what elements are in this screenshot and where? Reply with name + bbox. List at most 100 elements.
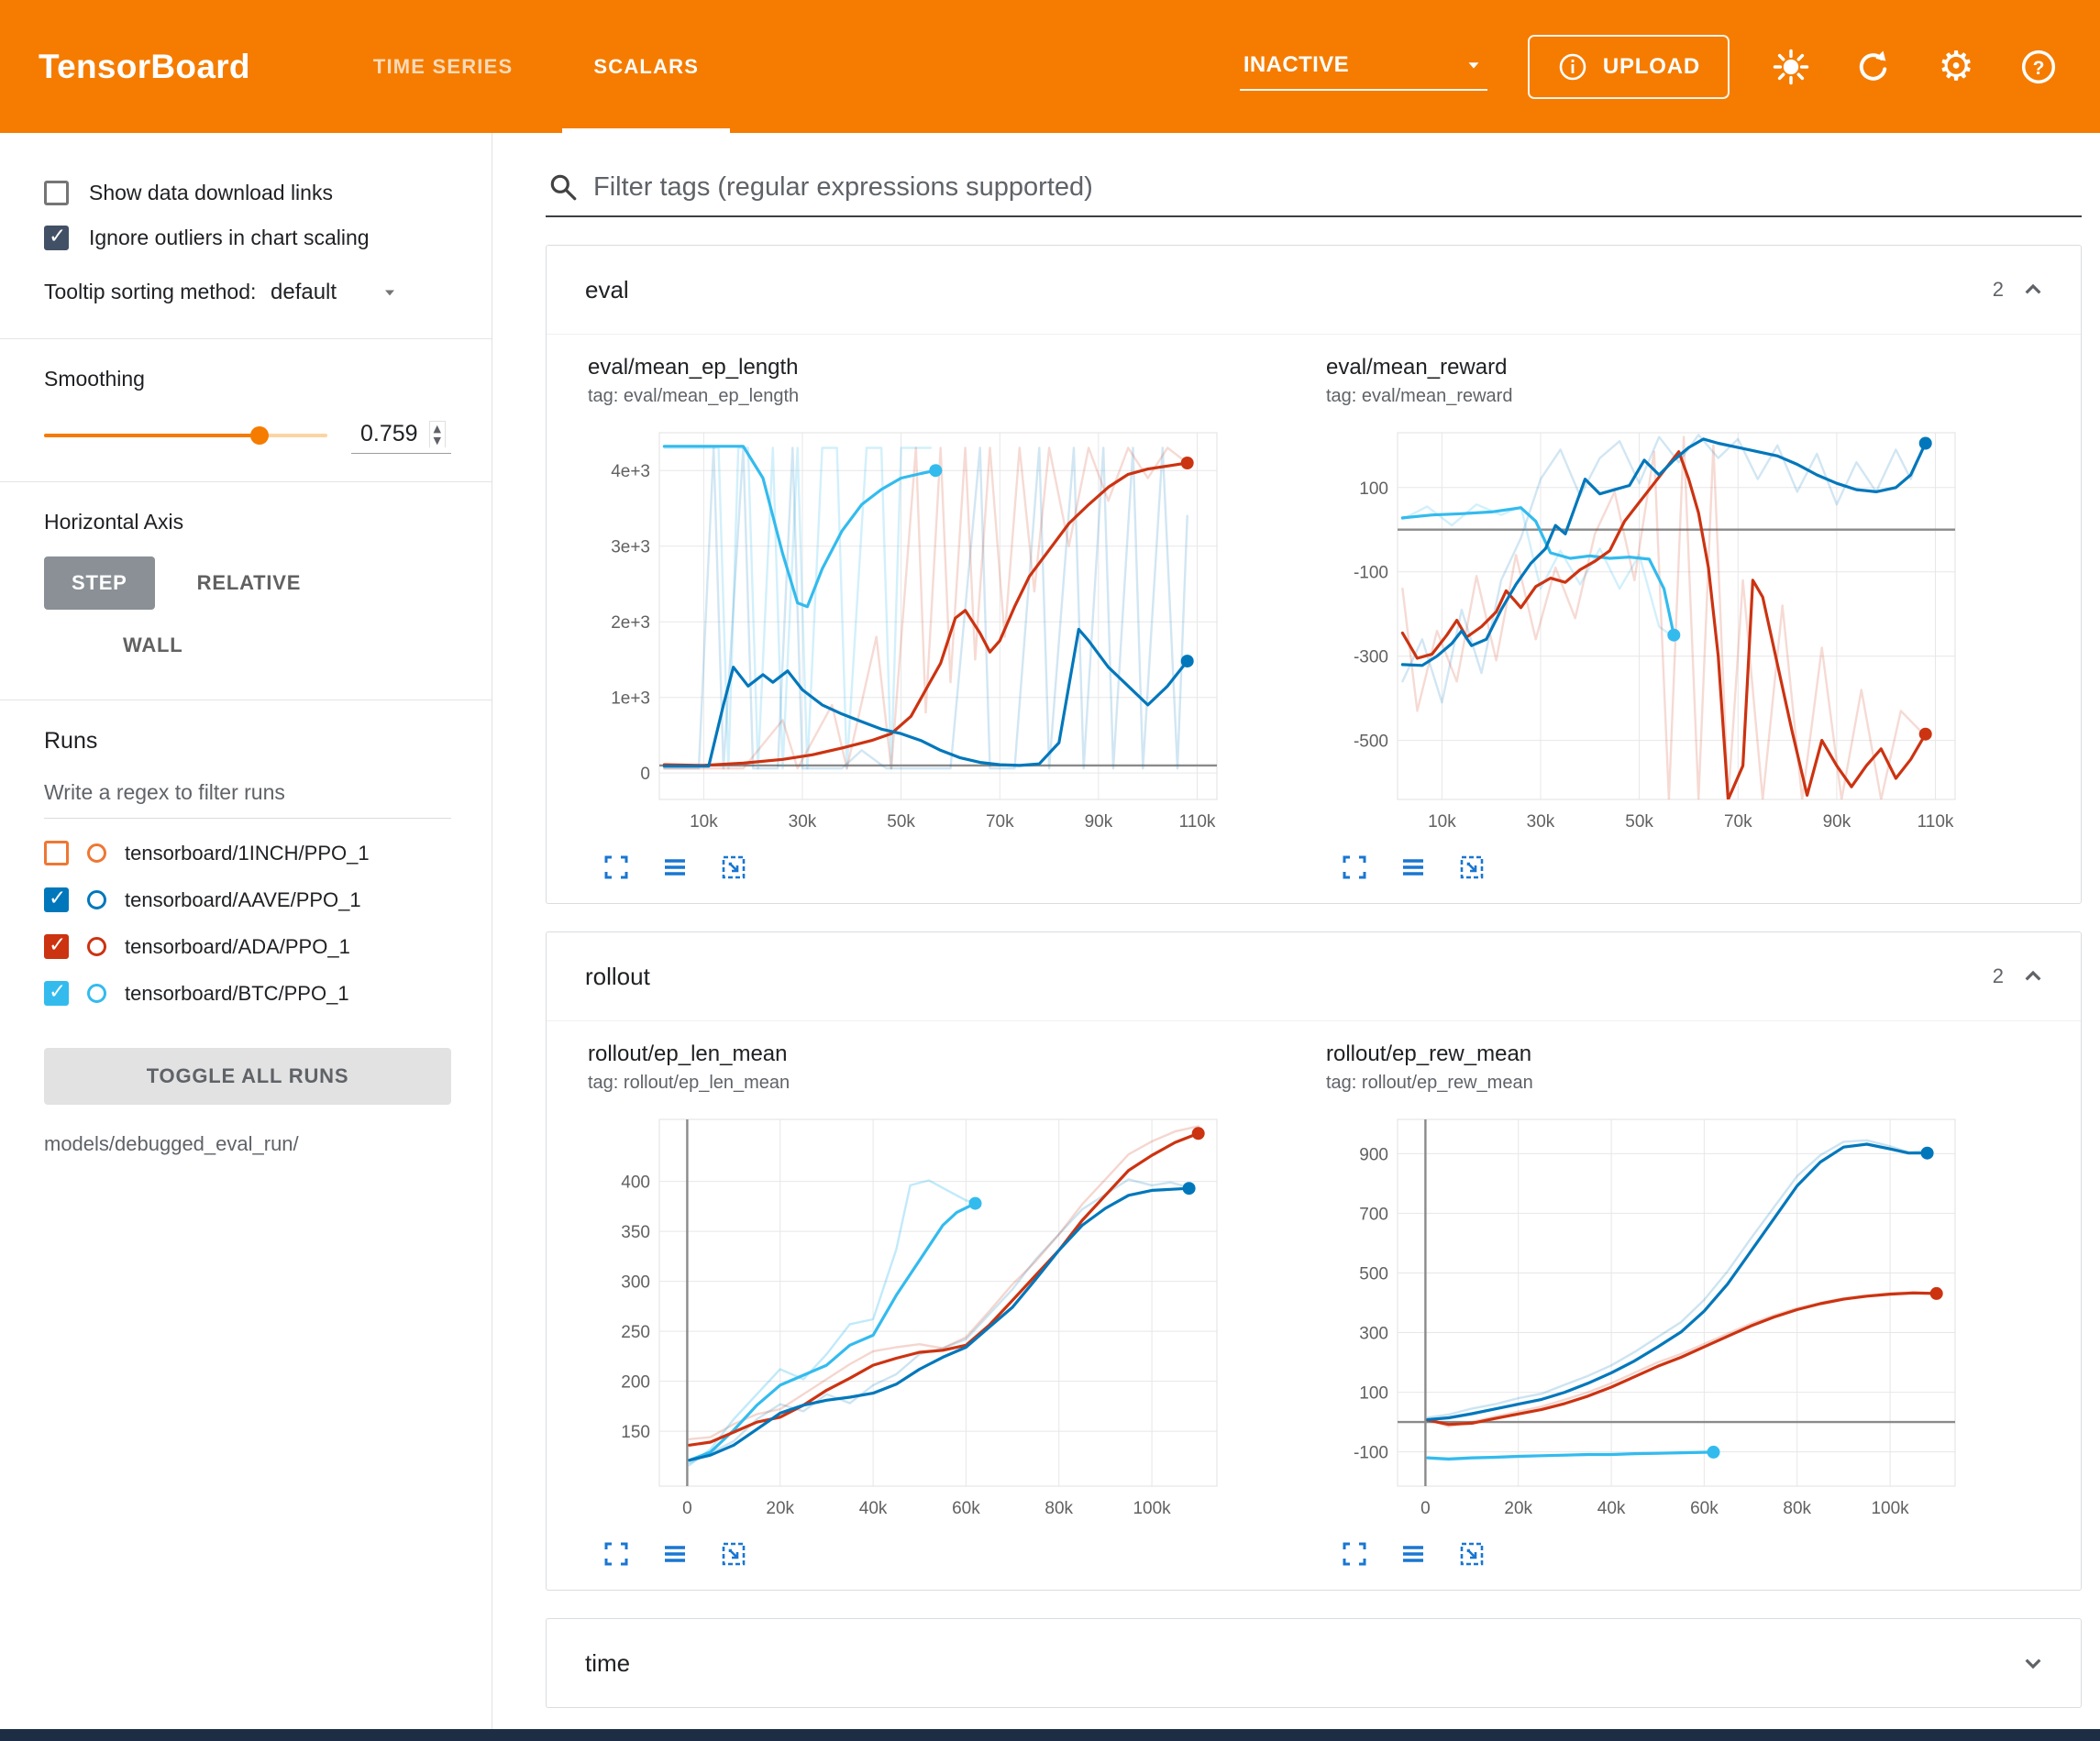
chart-block: eval/mean_reward tag: eval/mean_reward 1… [1326,355,2064,881]
run-label: tensorboard/BTC/PPO_1 [125,982,349,1006]
svg-text:110k: 110k [1179,812,1216,832]
smoothing-value: 0.759 [360,421,418,447]
toggle-all-runs-button[interactable]: TOGGLE ALL RUNS [44,1048,451,1105]
settings-icon[interactable]: ⚙ [1935,46,1977,88]
line-chart-rollout-ep-rew-mean[interactable]: 020k40k60k80k100k-100100300500700900 [1326,1107,2064,1533]
run-label: tensorboard/ADA/PPO_1 [125,935,350,959]
stepper-arrows[interactable]: ▲▼ [429,421,446,447]
section-rollout: rollout 2 rollout/ep_len_mean tag: rollo… [546,931,2082,1591]
run-color-swatch[interactable] [87,984,106,1003]
svg-text:60k: 60k [1690,1499,1719,1518]
chevron-down-icon [381,283,399,302]
run-row-aave[interactable]: tensorboard/AAVE/PPO_1 [44,887,451,912]
status-dropdown[interactable]: INACTIVE [1240,43,1487,91]
chart-block: eval/mean_ep_length tag: eval/mean_ep_le… [588,355,1326,881]
smoothing-fill [44,434,260,437]
svg-text:30k: 30k [1527,812,1555,832]
fit-domain-icon[interactable] [720,854,747,881]
svg-text:-500: -500 [1354,733,1388,752]
chart-tag: tag: eval/mean_ep_length [588,386,1326,407]
brightness-icon[interactable] [1770,46,1812,88]
tag-filter-input[interactable] [593,172,2080,203]
svg-text:110k: 110k [1918,812,1954,832]
status-dropdown-value: INACTIVE [1243,52,1349,78]
tab-time-series[interactable]: TIME SERIES [333,0,554,133]
section-time-header[interactable]: time [547,1619,2081,1707]
svg-text:30k: 30k [789,812,817,832]
data-table-icon[interactable] [1399,854,1427,881]
axis-step-button[interactable]: STEP [44,556,155,610]
svg-text:100: 100 [1359,1384,1388,1404]
run-row-1inch[interactable]: tensorboard/1INCH/PPO_1 [44,841,451,865]
section-eval-header[interactable]: eval 2 [547,246,2081,334]
fullscreen-icon[interactable] [602,1540,630,1568]
section-count: 2 [1993,964,2004,988]
run-color-swatch[interactable] [87,937,106,956]
svg-text:3e+3: 3e+3 [611,538,650,557]
checkbox[interactable] [44,181,69,205]
run-row-btc[interactable]: tensorboard/BTC/PPO_1 [44,981,451,1006]
runs-filter-input[interactable] [44,771,451,819]
section-eval: eval 2 eval/mean_ep_length tag: eval/mea… [546,245,2082,904]
svg-text:40k: 40k [1597,1499,1626,1518]
upload-button[interactable]: UPLOAD [1528,35,1730,99]
run-label: tensorboard/AAVE/PPO_1 [125,888,361,912]
svg-text:10k: 10k [690,812,718,832]
chevron-up-icon[interactable] [2018,962,2048,991]
run-checkbox[interactable] [44,981,69,1006]
svg-text:200: 200 [621,1373,650,1393]
smoothing-slider[interactable] [44,419,327,452]
search-icon [547,171,579,203]
tab-label: SCALARS [593,55,699,79]
data-table-icon[interactable] [1399,1540,1427,1568]
svg-text:400: 400 [621,1174,650,1193]
svg-text:0: 0 [640,765,650,784]
smoothing-value-input[interactable]: 0.759 ▲▼ [351,417,451,454]
smoothing-thumb[interactable] [250,426,269,445]
tooltip-sorting-dropdown[interactable]: default [269,274,401,311]
fit-domain-icon[interactable] [1458,854,1486,881]
axis-relative-button[interactable]: RELATIVE [170,556,329,610]
runs-directory-note: models/debugged_eval_run/ [44,1132,451,1156]
divider [0,481,492,482]
svg-text:1e+3: 1e+3 [611,689,650,709]
svg-text:300: 300 [621,1273,650,1293]
svg-text:0: 0 [1420,1499,1431,1518]
svg-text:700: 700 [1359,1205,1388,1224]
chevron-up-icon[interactable] [2018,275,2048,304]
axis-wall-button[interactable]: WALL [95,619,451,672]
chart-title: rollout/ep_len_mean [588,1041,1326,1067]
tab-scalars[interactable]: SCALARS [553,0,739,133]
fullscreen-icon[interactable] [1341,854,1368,881]
section-title: eval [585,276,629,304]
checkbox[interactable] [44,226,69,250]
app-header: TensorBoard TIME SERIES SCALARS INACTIVE… [0,0,2100,133]
line-chart-eval-mean-ep-length[interactable]: 10k30k50k70k90k110k01e+32e+33e+34e+3 [588,420,1326,846]
run-checkbox[interactable] [44,887,69,912]
refresh-icon[interactable] [1852,46,1895,88]
run-checkbox[interactable] [44,841,69,865]
svg-text:250: 250 [621,1323,650,1342]
ignore-outliers-row[interactable]: Ignore outliers in chart scaling [44,226,451,250]
show-download-links-row[interactable]: Show data download links [44,181,451,205]
fullscreen-icon[interactable] [1341,1540,1368,1568]
run-color-swatch[interactable] [87,890,106,909]
line-chart-eval-mean-reward[interactable]: 10k30k50k70k90k110k100-100-300-500 [1326,420,2064,846]
data-table-icon[interactable] [661,854,689,881]
fit-domain-icon[interactable] [1458,1540,1486,1568]
help-icon[interactable]: ? [2017,46,2060,88]
run-color-swatch[interactable] [87,843,106,863]
fit-domain-icon[interactable] [720,1540,747,1568]
upload-label: UPLOAD [1603,54,1700,80]
svg-text:20k: 20k [766,1499,794,1518]
run-row-ada[interactable]: tensorboard/ADA/PPO_1 [44,934,451,959]
fullscreen-icon[interactable] [602,854,630,881]
run-checkbox[interactable] [44,934,69,959]
chevron-down-icon[interactable] [2018,1648,2048,1678]
line-chart-rollout-ep-len-mean[interactable]: 020k40k60k80k100k150200250300350400 [588,1107,1326,1533]
svg-text:500: 500 [1359,1265,1388,1284]
section-rollout-header[interactable]: rollout 2 [547,932,2081,1020]
chart-block: rollout/ep_rew_mean tag: rollout/ep_rew_… [1326,1041,2064,1568]
svg-text:300: 300 [1359,1325,1388,1344]
data-table-icon[interactable] [661,1540,689,1568]
